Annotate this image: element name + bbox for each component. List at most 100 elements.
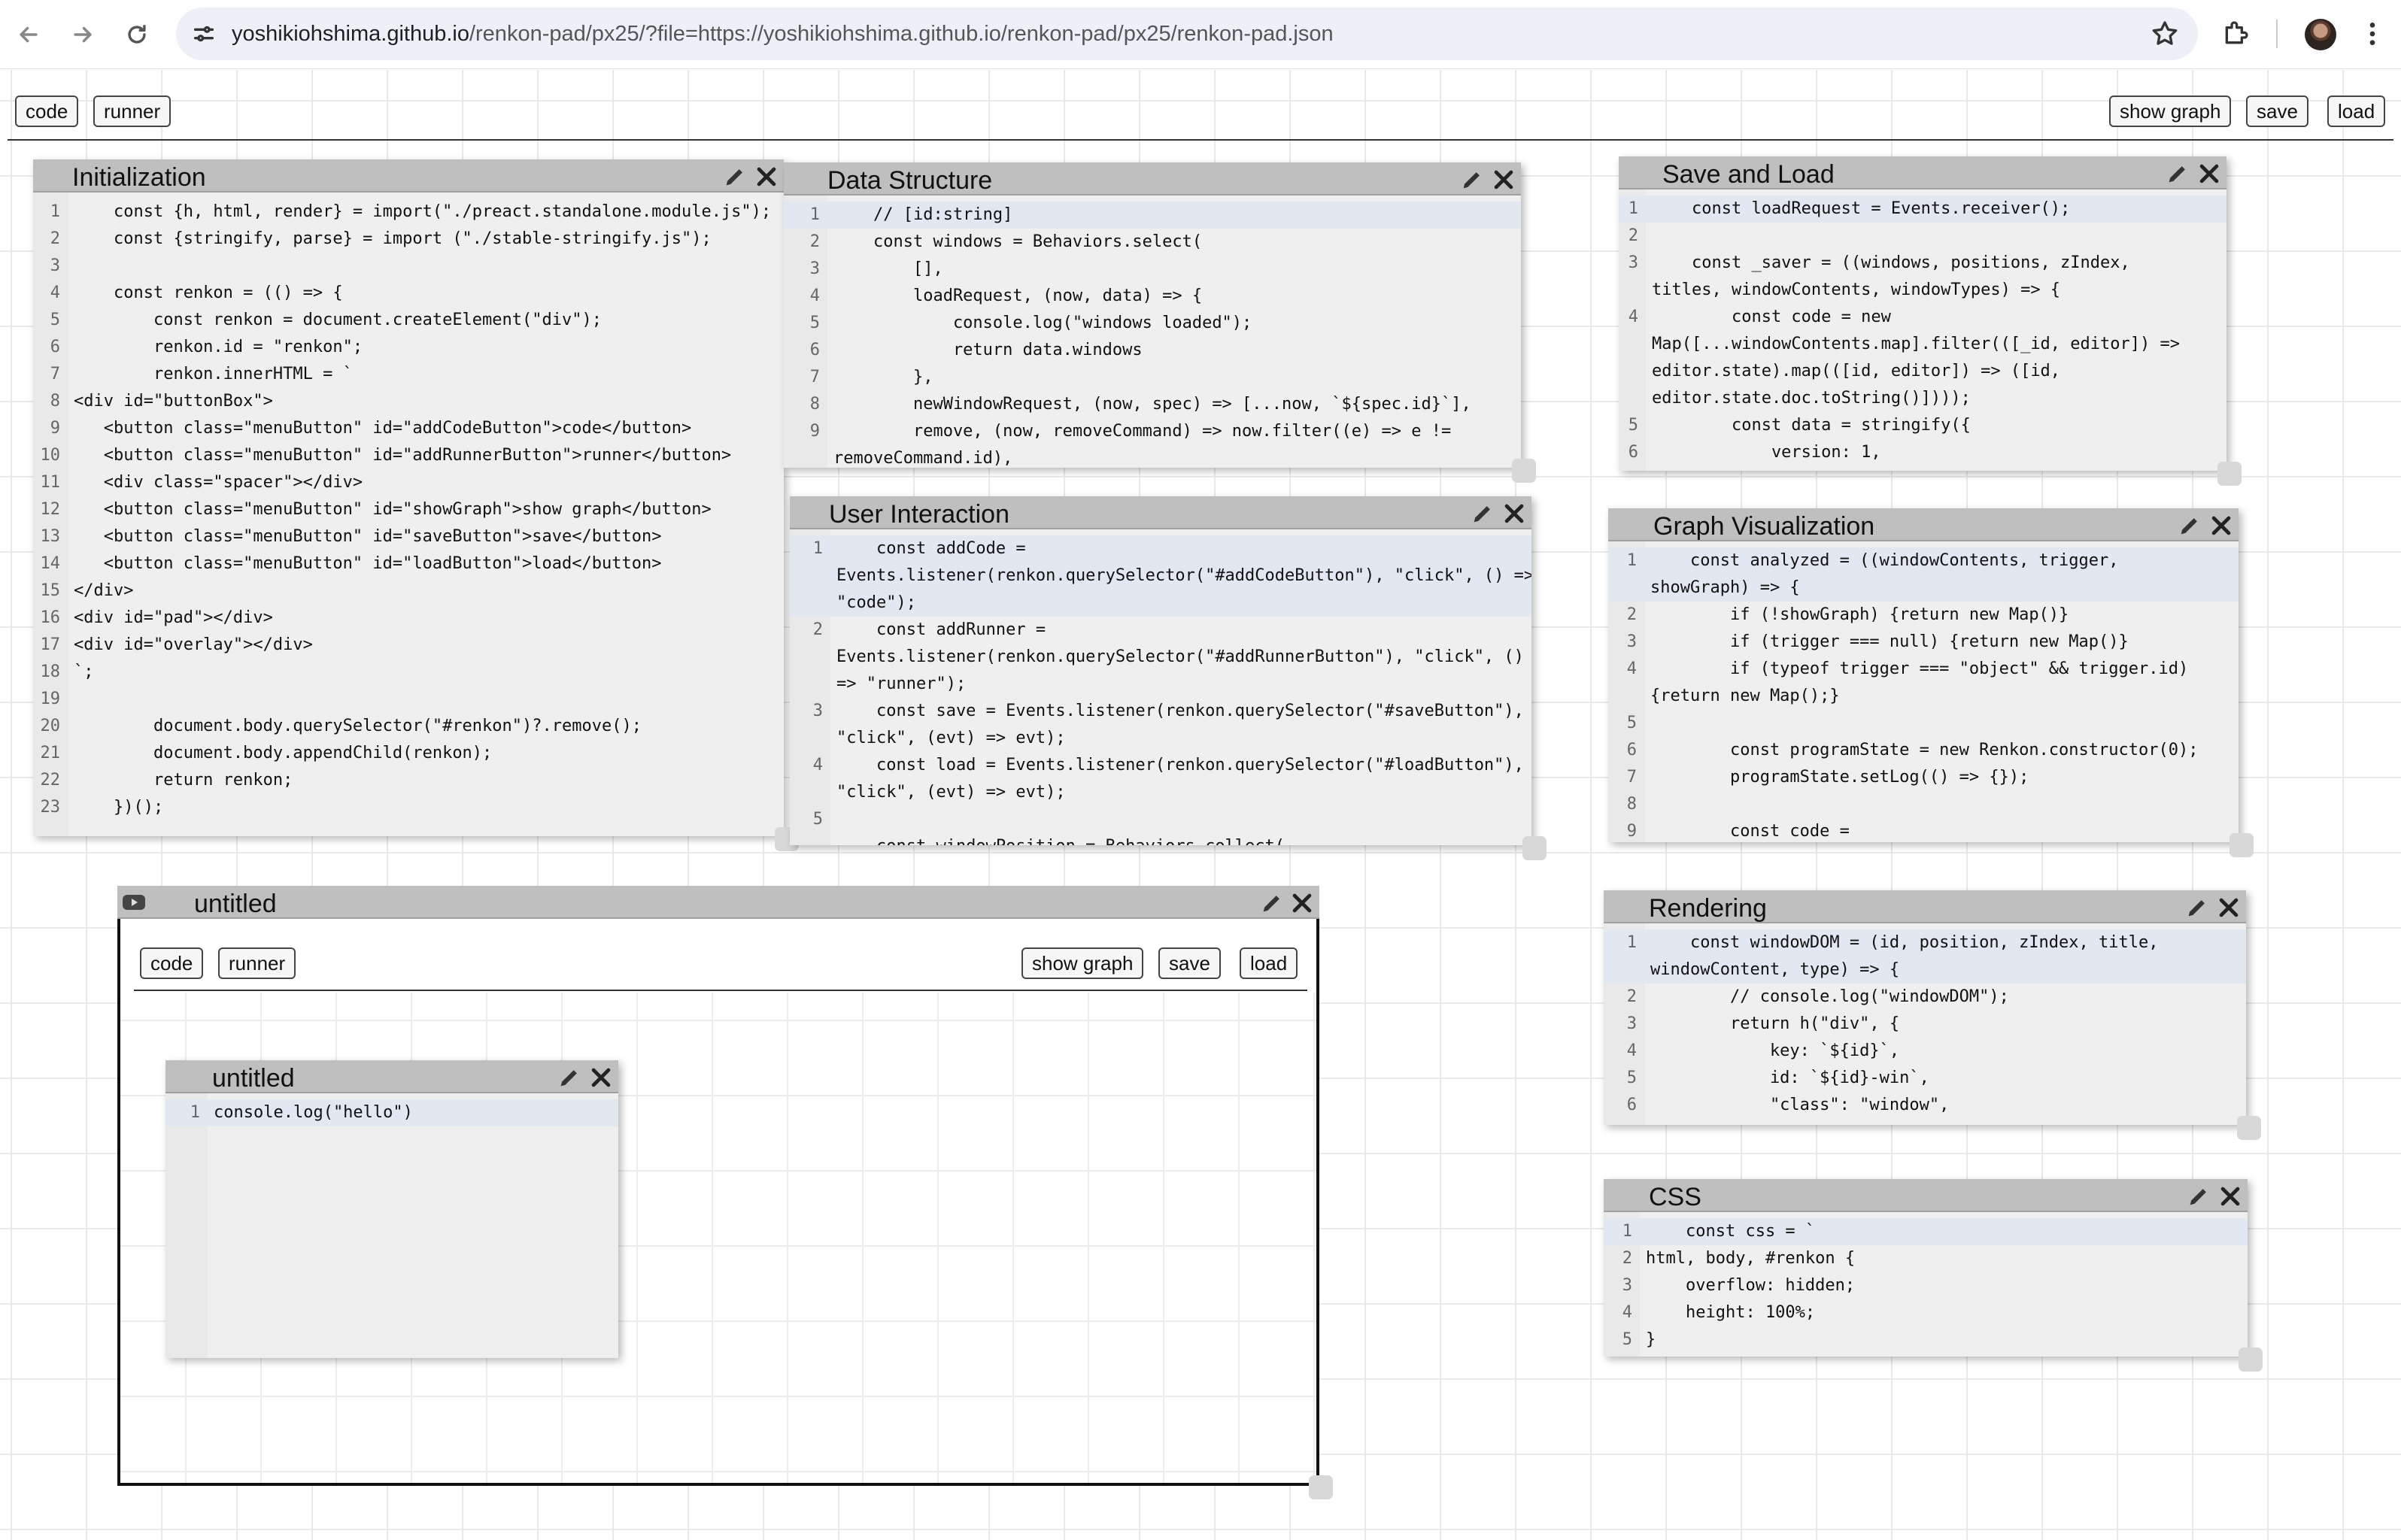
- code-window-rd[interactable]: Rendering 1 const windowDOM = (id, positi…: [1604, 890, 2246, 1125]
- line-number: 1: [1626, 551, 1637, 570]
- pencil-icon[interactable]: [722, 164, 748, 189]
- window-title: Graph Visualization: [1653, 512, 1875, 541]
- code-editor[interactable]: 1 console.log("hello"): [165, 1093, 618, 1358]
- resize-handle[interactable]: [2239, 1348, 2263, 1372]
- pencil-icon[interactable]: [2186, 1184, 2211, 1209]
- star-icon[interactable]: [2150, 19, 2180, 49]
- line-number-gutter: [165, 1093, 208, 1358]
- code-window-sl[interactable]: Save and Load 1 const loadRequest = Event…: [1619, 156, 2226, 471]
- address-bar[interactable]: yoshikiohshima.github.io/renkon-pad/px25…: [176, 8, 2198, 60]
- save-button[interactable]: save: [2246, 95, 2308, 127]
- code-line: return data.windows: [833, 341, 1143, 359]
- code-line: windowContent, type) => {: [1650, 960, 1900, 979]
- url-text[interactable]: yoshikiohshima.github.io/renkon-pad/px25…: [232, 8, 1334, 60]
- line-number: 1: [1626, 933, 1637, 952]
- site-settings-icon[interactable]: [191, 21, 217, 47]
- window-titlebar[interactable]: Graph Visualization: [1608, 508, 2239, 541]
- pencil-icon[interactable]: [2184, 895, 2210, 920]
- code-line: const addCode =: [836, 539, 1026, 558]
- extensions-icon[interactable]: [2220, 19, 2251, 49]
- code-window-init[interactable]: Initialization 1 const {h, html, render} …: [33, 159, 784, 836]
- line-number: 4: [809, 286, 820, 305]
- code-editor[interactable]: 1 const addCode = Events.listener(renkon.…: [790, 529, 1531, 845]
- window-titlebar[interactable]: Initialization: [33, 159, 784, 192]
- code-window-ds[interactable]: Data Structure 1 // [id:string] 2 const wi…: [784, 162, 1521, 468]
- line-number: 10: [40, 446, 61, 465]
- code-editor[interactable]: 1 const css = ` 2 html, body, #renkon {3 o…: [1604, 1212, 2248, 1357]
- save-button[interactable]: save: [1158, 947, 1221, 979]
- line-number: [790, 779, 823, 806]
- close-icon[interactable]: [2196, 161, 2222, 186]
- line-number: [790, 590, 823, 617]
- menu-divider: [8, 139, 2393, 141]
- code-line: "code");: [836, 593, 916, 612]
- load-button[interactable]: load: [2327, 95, 2386, 127]
- code-window-css[interactable]: CSS 1 const css = ` 2 html, body, #renkon {…: [1604, 1179, 2248, 1357]
- avatar[interactable]: [2305, 19, 2336, 50]
- window-titlebar[interactable]: untitled: [117, 886, 1319, 919]
- resize-handle[interactable]: [1309, 1475, 1333, 1499]
- menu-icon[interactable]: [2357, 19, 2387, 49]
- resize-handle[interactable]: [2237, 1116, 2261, 1140]
- reload-icon[interactable]: [119, 17, 155, 53]
- close-icon[interactable]: [2217, 1184, 2243, 1209]
- code-editor[interactable]: 1 const loadRequest = Events.receiver();…: [1619, 189, 2226, 471]
- line-number: [1619, 331, 1638, 358]
- pencil-icon[interactable]: [1259, 890, 1285, 916]
- forward-arrow-icon[interactable]: [65, 17, 101, 53]
- window-titlebar[interactable]: Data Structure: [784, 162, 1521, 196]
- line-number: 6: [1626, 741, 1637, 759]
- code-editor[interactable]: 1 const {h, html, render} = import("./pr…: [33, 192, 784, 836]
- code-line: version: 1,: [1652, 443, 1881, 462]
- code-line: showGraph) => {: [1650, 578, 1800, 597]
- close-icon[interactable]: [754, 164, 779, 189]
- line-number: 22: [40, 771, 61, 790]
- resize-handle[interactable]: [2230, 833, 2254, 857]
- resize-handle[interactable]: [1512, 459, 1536, 483]
- code-window-gv[interactable]: Graph Visualization 1 const analyzed = ((…: [1608, 508, 2239, 842]
- window-titlebar[interactable]: Rendering: [1604, 890, 2246, 923]
- load-button[interactable]: load: [1240, 947, 1298, 979]
- resize-handle[interactable]: [2217, 462, 2242, 486]
- line-number: 5: [1626, 1069, 1637, 1087]
- code-line: const addRunner =: [836, 620, 1046, 639]
- code-line: const _saver = ((windows, positions, zIn…: [1652, 253, 2130, 272]
- code-window-ui[interactable]: User Interaction 1 const addCode = Events.…: [790, 496, 1531, 845]
- runner-button[interactable]: runner: [218, 947, 296, 979]
- show-graph-button[interactable]: show graph: [1021, 947, 1144, 979]
- line-number: 7: [1626, 768, 1637, 787]
- window-titlebar[interactable]: User Interaction: [790, 496, 1531, 529]
- window-titlebar[interactable]: untitled: [165, 1060, 618, 1093]
- pencil-icon[interactable]: [557, 1065, 582, 1090]
- line-number: 5: [1626, 714, 1637, 732]
- code-window-inner[interactable]: untitled 1 console.log("hello"): [165, 1060, 618, 1358]
- line-number: [790, 833, 823, 845]
- line-number: [790, 671, 823, 698]
- close-icon[interactable]: [1501, 501, 1527, 526]
- close-icon[interactable]: [2216, 895, 2242, 920]
- pencil-icon[interactable]: [2165, 161, 2190, 186]
- line-number: 2: [50, 229, 60, 248]
- line-number: 4: [1626, 1041, 1637, 1060]
- code-editor[interactable]: 1 const windowDOM = (id, position, zInde…: [1604, 923, 2246, 1125]
- code-editor[interactable]: 1 // [id:string] 2 const windows = Behavi…: [784, 196, 1521, 468]
- close-icon[interactable]: [2208, 513, 2234, 538]
- back-arrow-icon[interactable]: [11, 17, 47, 53]
- close-icon[interactable]: [1289, 890, 1315, 916]
- close-icon[interactable]: [1491, 167, 1516, 192]
- window-titlebar[interactable]: CSS: [1604, 1179, 2248, 1212]
- pencil-icon[interactable]: [1470, 501, 1495, 526]
- pencil-icon[interactable]: [1459, 167, 1485, 192]
- code-editor[interactable]: 1 const analyzed = ((windowContents, tri…: [1608, 541, 2239, 842]
- pencil-icon[interactable]: [2177, 513, 2202, 538]
- code-button[interactable]: code: [140, 947, 204, 979]
- show-graph-button[interactable]: show graph: [2109, 95, 2232, 127]
- resize-handle[interactable]: [1522, 836, 1547, 860]
- runner-button[interactable]: runner: [93, 95, 172, 127]
- code-button[interactable]: code: [15, 95, 79, 127]
- close-icon[interactable]: [588, 1065, 614, 1090]
- line-number: 4: [1628, 308, 1638, 326]
- line-number: 3: [812, 702, 823, 720]
- window-titlebar[interactable]: Save and Load: [1619, 156, 2226, 189]
- line-number: 1: [1628, 199, 1638, 218]
